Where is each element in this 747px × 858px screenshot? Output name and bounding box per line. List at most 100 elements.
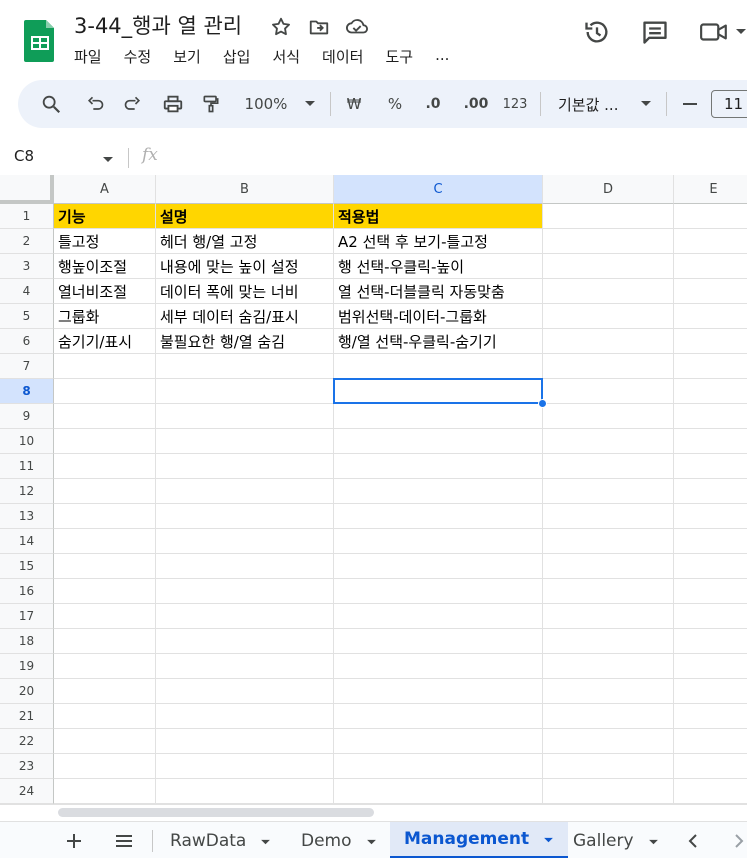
cloud-status-icon[interactable] — [344, 14, 370, 40]
cell-e12[interactable] — [674, 479, 747, 504]
menu-tools[interactable]: 도구 — [385, 46, 421, 67]
sheet-tab-management[interactable]: Management — [390, 822, 569, 858]
cell-e7[interactable] — [674, 354, 747, 379]
cell-c6[interactable]: 행/열 선택-우클릭-숨기기 — [334, 329, 543, 354]
cell-e21[interactable] — [674, 704, 747, 729]
more-formats-button[interactable]: 123 — [500, 80, 530, 128]
cell-d11[interactable] — [543, 454, 674, 479]
cell-d5[interactable] — [543, 304, 674, 329]
print-icon[interactable] — [158, 80, 188, 128]
cell-a5[interactable]: 그룹화 — [54, 304, 156, 329]
row-header-7[interactable]: 7 — [0, 354, 54, 379]
cell-d24[interactable] — [543, 779, 674, 804]
cell-e20[interactable] — [674, 679, 747, 704]
scroll-tabs-right-icon[interactable] — [730, 822, 747, 858]
cell-b8[interactable] — [156, 379, 334, 404]
row-header-15[interactable]: 15 — [0, 554, 54, 579]
cell-b23[interactable] — [156, 754, 334, 779]
row-header-17[interactable]: 17 — [0, 604, 54, 629]
cell-e24[interactable] — [674, 779, 747, 804]
cell-b18[interactable] — [156, 629, 334, 654]
cell-a13[interactable] — [54, 504, 156, 529]
cell-c12[interactable] — [334, 479, 543, 504]
increase-decimal-button[interactable]: .00 — [458, 80, 494, 128]
cell-d13[interactable] — [543, 504, 674, 529]
cell-b6[interactable]: 불필요한 행/열 숨김 — [156, 329, 334, 354]
cell-c23[interactable] — [334, 754, 543, 779]
cell-d3[interactable] — [543, 254, 674, 279]
cell-e3[interactable] — [674, 254, 747, 279]
select-all-corner[interactable] — [0, 175, 54, 204]
cell-a15[interactable] — [54, 554, 156, 579]
cell-b10[interactable] — [156, 429, 334, 454]
cell-d22[interactable] — [543, 729, 674, 754]
cell-d16[interactable] — [543, 579, 674, 604]
currency-format-button[interactable]: ₩ — [340, 80, 368, 128]
cell-c4[interactable]: 열 선택-더블클릭 자동맞춤 — [334, 279, 543, 304]
cell-c15[interactable] — [334, 554, 543, 579]
cell-b14[interactable] — [156, 529, 334, 554]
row-header-20[interactable]: 20 — [0, 679, 54, 704]
zoom-select[interactable]: 100% — [238, 80, 294, 128]
menu-more[interactable]: ... — [435, 46, 457, 67]
row-header-9[interactable]: 9 — [0, 404, 54, 429]
menu-data[interactable]: 데이터 — [322, 46, 371, 67]
cell-b24[interactable] — [156, 779, 334, 804]
cell-e18[interactable] — [674, 629, 747, 654]
cell-b20[interactable] — [156, 679, 334, 704]
row-header-3[interactable]: 3 — [0, 254, 54, 279]
menu-format[interactable]: 서식 — [272, 46, 308, 67]
redo-icon[interactable] — [118, 80, 148, 128]
cell-a12[interactable] — [54, 479, 156, 504]
undo-icon[interactable] — [80, 80, 110, 128]
cell-e19[interactable] — [674, 654, 747, 679]
menu-view[interactable]: 보기 — [173, 46, 209, 67]
cell-b16[interactable] — [156, 579, 334, 604]
cell-c16[interactable] — [334, 579, 543, 604]
chevron-down-icon[interactable] — [102, 149, 114, 168]
cell-e14[interactable] — [674, 529, 747, 554]
row-header-14[interactable]: 14 — [0, 529, 54, 554]
cell-d14[interactable] — [543, 529, 674, 554]
sheets-logo-icon[interactable] — [24, 18, 56, 62]
cell-e11[interactable] — [674, 454, 747, 479]
meet-icon[interactable] — [699, 19, 747, 45]
cell-a8[interactable] — [54, 379, 156, 404]
cell-e8[interactable] — [674, 379, 747, 404]
row-header-22[interactable]: 22 — [0, 729, 54, 754]
cell-a10[interactable] — [54, 429, 156, 454]
cell-e2[interactable] — [674, 229, 747, 254]
cell-b21[interactable] — [156, 704, 334, 729]
cell-c24[interactable] — [334, 779, 543, 804]
cell-b11[interactable] — [156, 454, 334, 479]
cell-d12[interactable] — [543, 479, 674, 504]
decrease-font-size-button[interactable] — [678, 80, 702, 128]
name-box[interactable]: C8 — [14, 147, 34, 165]
history-icon[interactable] — [583, 18, 611, 46]
cell-e17[interactable] — [674, 604, 747, 629]
cell-c19[interactable] — [334, 654, 543, 679]
cell-b13[interactable] — [156, 504, 334, 529]
document-title[interactable]: 3-44_행과 열 관리 — [74, 10, 242, 40]
cell-c11[interactable] — [334, 454, 543, 479]
cell-b19[interactable] — [156, 654, 334, 679]
cell-b4[interactable]: 데이터 폭에 맞는 너비 — [156, 279, 334, 304]
cell-b3[interactable]: 내용에 맞는 높이 설정 — [156, 254, 334, 279]
cell-c20[interactable] — [334, 679, 543, 704]
row-header-21[interactable]: 21 — [0, 704, 54, 729]
cell-b17[interactable] — [156, 604, 334, 629]
cell-b15[interactable] — [156, 554, 334, 579]
row-header-16[interactable]: 16 — [0, 579, 54, 604]
row-header-6[interactable]: 6 — [0, 329, 54, 354]
cell-c2[interactable]: A2 선택 후 보기-틀고정 — [334, 229, 543, 254]
horizontal-scrollbar[interactable] — [0, 804, 747, 820]
row-header-23[interactable]: 23 — [0, 754, 54, 779]
cell-d18[interactable] — [543, 629, 674, 654]
cell-e16[interactable] — [674, 579, 747, 604]
menu-file[interactable]: 파일 — [74, 46, 110, 67]
row-header-13[interactable]: 13 — [0, 504, 54, 529]
scrollbar-thumb[interactable] — [58, 808, 374, 817]
cell-e23[interactable] — [674, 754, 747, 779]
cell-d15[interactable] — [543, 554, 674, 579]
row-header-5[interactable]: 5 — [0, 304, 54, 329]
